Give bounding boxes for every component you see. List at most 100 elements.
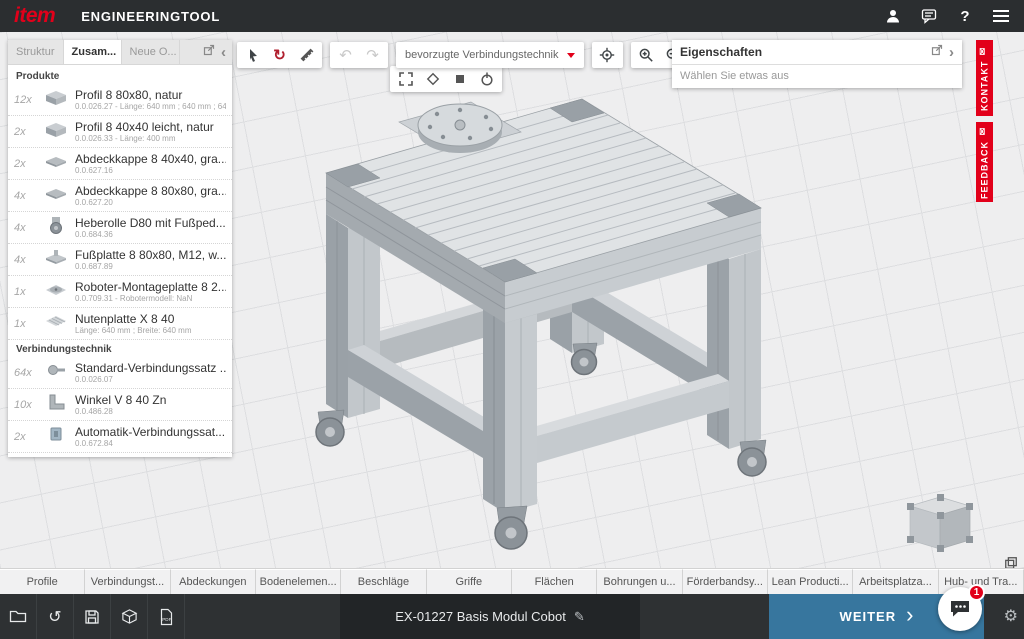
chat-widget-button[interactable]: 1 xyxy=(938,587,982,631)
help-icon[interactable]: ? xyxy=(956,7,974,25)
app-header: item ENGINEERINGTOOL ? xyxy=(0,0,1024,32)
tab-lean-production[interactable]: Lean Producti... xyxy=(768,569,853,594)
parts-panel: Struktur Zusam... Neue O... ‹ Produkte 1… xyxy=(8,40,232,457)
package-export-icon[interactable] xyxy=(111,594,148,639)
part-qty: 2x xyxy=(14,126,39,138)
part-row-montageplatte[interactable]: 1x Roboter-Montageplatte 8 2...0.0.709.3… xyxy=(8,276,232,308)
envelope-icon: ✉ xyxy=(979,45,990,55)
feedback-tab[interactable]: FEEDBACK ✉ xyxy=(976,122,993,202)
part-thumbnail-icon xyxy=(44,215,70,240)
tab-zusammenstellung[interactable]: Zusam... xyxy=(64,40,122,64)
part-thumbnail-icon xyxy=(44,151,70,176)
diamond-select-icon[interactable] xyxy=(419,67,446,91)
collapse-panel-icon[interactable]: ‹ xyxy=(221,45,226,60)
part-thumbnail-icon xyxy=(44,392,70,417)
save-icon[interactable] xyxy=(74,594,111,639)
part-qty: 2x xyxy=(14,158,39,170)
project-name-box: EX-01227 Basis Modul Cobot ✎ xyxy=(340,594,640,639)
weiter-chevron-icon: › xyxy=(906,604,913,626)
user-icon[interactable] xyxy=(884,7,902,25)
part-name: Abdeckkappe 8 80x80, gra... xyxy=(75,184,226,198)
connector-dropdown[interactable]: bevorzugte Verbindungstechnik xyxy=(396,42,584,68)
part-qty: 10x xyxy=(14,399,39,411)
part-row-fussplatte[interactable]: 4x Fußplatte 8 80x80, M12, w...0.0.687.8… xyxy=(8,244,232,276)
part-row-winkel[interactable]: 10x Winkel V 8 40 Zn0.0.486.28 xyxy=(8,389,232,421)
tab-struktur[interactable]: Struktur xyxy=(8,40,64,64)
orientation-cube[interactable] xyxy=(907,494,973,552)
tab-flaechen[interactable]: Flächen xyxy=(512,569,597,594)
chat-bubble-icon xyxy=(949,599,971,619)
app-title: ENGINEERINGTOOL xyxy=(81,9,220,24)
part-name: Nutenplatte X 8 40 xyxy=(75,312,192,326)
part-qty: 4x xyxy=(14,190,39,202)
part-thumbnail-icon xyxy=(44,424,70,449)
menu-icon[interactable] xyxy=(992,7,1010,25)
tab-profile[interactable]: Profile xyxy=(0,569,85,594)
measure-icon[interactable] xyxy=(293,43,320,67)
tab-griffe[interactable]: Griffe xyxy=(427,569,512,594)
square-select-icon[interactable] xyxy=(446,67,473,91)
tab-beschlaege[interactable]: Beschläge xyxy=(341,569,426,594)
tab-neue-objekte[interactable]: Neue O... xyxy=(122,40,180,64)
part-name: Fußplatte 8 80x80, M12, w... xyxy=(75,248,226,262)
part-name: Automatik-Verbindungssat... xyxy=(75,425,225,439)
section-title-verbindungstechnik: Verbindungstechnik xyxy=(8,340,232,357)
connector-dropdown-label: bevorzugte Verbindungstechnik xyxy=(405,49,559,61)
redo-icon[interactable]: ↷ xyxy=(359,43,386,67)
properties-panel: Eigenschaften › Wählen Sie etwas aus xyxy=(672,40,962,88)
tab-arbeitsplatz[interactable]: Arbeitsplatza... xyxy=(853,569,938,594)
pdf-export-icon[interactable]: PDF xyxy=(148,594,185,639)
popout-properties-icon[interactable] xyxy=(931,43,943,61)
feedback-label: FEEDBACK xyxy=(980,141,990,199)
popout-panel-icon[interactable] xyxy=(203,43,215,61)
expand-properties-icon[interactable]: › xyxy=(949,45,954,60)
rotate-view-icon[interactable]: ↻ xyxy=(266,43,293,67)
open-project-icon[interactable] xyxy=(0,594,37,639)
part-detail: 0.0.026.33 - Länge: 400 mm xyxy=(75,134,214,143)
part-detail: 0.0.687.89 xyxy=(75,262,226,271)
zoom-in-icon[interactable] xyxy=(633,43,660,67)
part-qty: 2x xyxy=(14,431,39,443)
tab-bohrungen[interactable]: Bohrungen u... xyxy=(597,569,682,594)
section-title-produkte: Produkte xyxy=(8,67,232,84)
part-row-abdeckkappe-80[interactable]: 4x Abdeckkappe 8 80x80, gra...0.0.627.20 xyxy=(8,180,232,212)
part-row-heberolle[interactable]: 4x Heberolle D80 mit Fußped...0.0.684.36 xyxy=(8,212,232,244)
power-icon[interactable] xyxy=(473,67,500,91)
part-detail: 0.0.026.07 xyxy=(75,375,226,384)
part-row-standard-verbindung[interactable]: 64x Standard-Verbindungssatz ...0.0.026.… xyxy=(8,357,232,389)
properties-empty-message: Wählen Sie etwas aus xyxy=(672,65,962,88)
edit-project-name-icon[interactable]: ✎ xyxy=(574,609,585,625)
reset-history-icon[interactable]: ↺ xyxy=(37,594,74,639)
footer-settings-icon[interactable]: ⚙ xyxy=(1004,606,1018,626)
part-thumbnail-icon xyxy=(44,87,70,112)
part-detail: 0.0.627.16 xyxy=(75,166,226,175)
part-name: Profil 8 40x40 leicht, natur xyxy=(75,120,214,134)
center-target-icon[interactable] xyxy=(594,43,621,67)
tab-bodenelemente[interactable]: Bodenelemen... xyxy=(256,569,341,594)
chat-language-icon[interactable] xyxy=(920,7,938,25)
part-qty: 64x xyxy=(14,367,39,379)
part-thumbnail-icon xyxy=(44,183,70,208)
part-row-abdeckkappe-40[interactable]: 2x Abdeckkappe 8 40x40, gra...0.0.627.16 xyxy=(8,148,232,180)
part-qty: 1x xyxy=(14,286,39,298)
dropdown-caret-icon xyxy=(567,53,575,58)
part-name: Roboter-Montageplatte 8 2... xyxy=(75,280,226,294)
part-row-profil-40x40[interactable]: 2x Profil 8 40x40 leicht, natur0.0.026.3… xyxy=(8,116,232,148)
part-thumbnail-icon xyxy=(44,360,70,385)
part-row-nutenplatte[interactable]: 1x Nutenplatte X 8 40Länge: 640 mm ; Bre… xyxy=(8,308,232,340)
part-qty: 4x xyxy=(14,254,39,266)
fit-view-icon[interactable] xyxy=(392,67,419,91)
footer-bar: ↺ PDF EX-01227 Basis Modul Cobot ✎ WEITE… xyxy=(0,594,1024,639)
select-cursor-icon[interactable] xyxy=(239,43,266,67)
3d-model-table[interactable] xyxy=(316,99,766,549)
kontakt-tab[interactable]: KONTAKT ✉ xyxy=(976,40,993,116)
part-row-profil-80x80[interactable]: 12x Profil 8 80x80, natur0.0.026.27 - Lä… xyxy=(8,84,232,116)
kontakt-label: KONTAKT xyxy=(980,61,990,111)
tab-abdeckungen[interactable]: Abdeckungen xyxy=(171,569,256,594)
part-name: Heberolle D80 mit Fußped... xyxy=(75,216,226,230)
part-thumbnail-icon xyxy=(44,119,70,144)
part-row-automatik-verbindung[interactable]: 2x Automatik-Verbindungssat...0.0.672.84 xyxy=(8,421,232,453)
tab-verbindungstechnik[interactable]: Verbindungst... xyxy=(85,569,170,594)
undo-icon[interactable]: ↶ xyxy=(332,43,359,67)
tab-foerderbandsysteme[interactable]: Förderbandsy... xyxy=(683,569,768,594)
